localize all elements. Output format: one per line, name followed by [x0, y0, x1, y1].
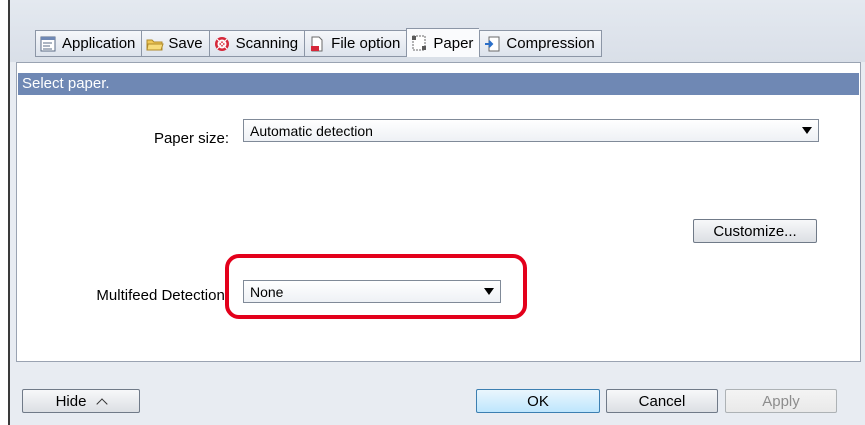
- file-option-icon: [309, 36, 325, 52]
- tab-compression[interactable]: Compression: [479, 30, 602, 57]
- folder-icon: [146, 36, 165, 52]
- hide-button-label: Hide: [55, 392, 87, 410]
- bottom-button-bar: Hide OK Cancel Apply: [10, 362, 865, 425]
- highlight-annotation: [225, 254, 527, 319]
- compression-icon: [484, 36, 500, 52]
- tab-paper[interactable]: Paper: [406, 28, 480, 57]
- scan-settings-window: Application Save Scanning File option Pa…: [10, 0, 865, 425]
- application-icon: [40, 36, 56, 52]
- tab-file-option-label: File option: [331, 35, 401, 52]
- chevron-up-icon: [96, 397, 109, 410]
- apply-button[interactable]: Apply: [725, 389, 837, 413]
- tab-strip: Application Save Scanning File option Pa…: [10, 0, 865, 62]
- hide-button[interactable]: Hide: [22, 389, 140, 413]
- cancel-button[interactable]: Cancel: [606, 389, 718, 413]
- scanning-icon: [214, 36, 230, 52]
- tab-scanning-label: Scanning: [235, 35, 299, 52]
- tab-application[interactable]: Application: [35, 30, 142, 57]
- paper-size-label: Paper size:: [153, 130, 229, 147]
- tab-save[interactable]: Save: [141, 30, 209, 57]
- tab-file-option[interactable]: File option: [304, 30, 407, 57]
- ok-button[interactable]: OK: [476, 389, 600, 413]
- section-header: Select paper.: [18, 73, 859, 95]
- paper-icon: [411, 35, 427, 51]
- paper-size-dropdown[interactable]: Automatic detection: [243, 119, 819, 142]
- desktop-edge: [0, 0, 6, 425]
- tab-paper-label: Paper: [433, 34, 474, 52]
- tab-compression-label: Compression: [506, 35, 595, 52]
- multifeed-detection-label: Multifeed Detection:: [96, 287, 229, 304]
- tabs: Application Save Scanning File option Pa…: [35, 28, 602, 58]
- tab-application-label: Application: [62, 35, 136, 52]
- tab-scanning[interactable]: Scanning: [208, 30, 305, 57]
- tab-save-label: Save: [168, 35, 203, 52]
- paper-size-value: Automatic detection: [250, 122, 373, 139]
- chevron-down-icon: [802, 127, 812, 134]
- customize-button[interactable]: Customize...: [693, 219, 817, 243]
